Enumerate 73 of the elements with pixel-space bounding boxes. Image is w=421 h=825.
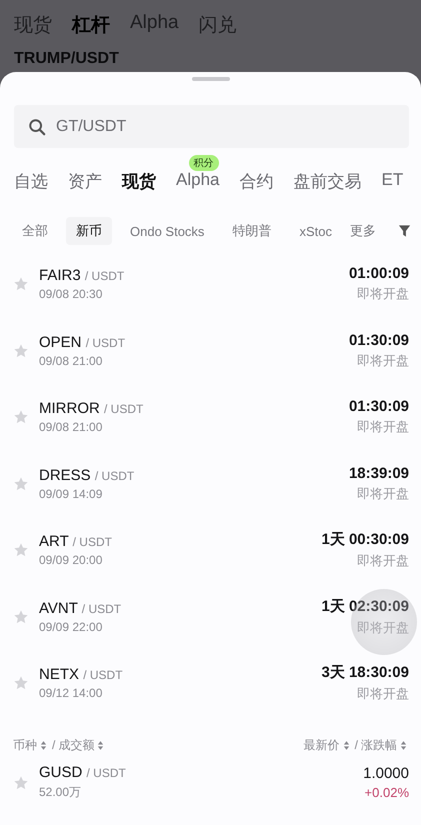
listing-time: 09/08 21:00 bbox=[39, 420, 104, 434]
sort-icon bbox=[400, 740, 407, 750]
tab[interactable]: 盘前交易 bbox=[293, 168, 362, 195]
pair-name: DRESS / USDT bbox=[39, 466, 136, 484]
tab[interactable]: 杠杆 bbox=[72, 12, 110, 38]
tab[interactable]: ET bbox=[381, 168, 404, 192]
status-label: 即将开盘 bbox=[357, 552, 409, 570]
star-icon[interactable] bbox=[13, 276, 29, 292]
tab[interactable]: 资产 bbox=[68, 168, 102, 195]
listing-time: 09/09 14:09 bbox=[39, 486, 104, 501]
star-icon[interactable] bbox=[13, 409, 29, 426]
countdown: 18:39:09 bbox=[348, 464, 409, 482]
filter-chip[interactable]: 全部 bbox=[12, 217, 58, 245]
status-label: 即将开盘 bbox=[357, 484, 409, 503]
status-label: 即将开盘 bbox=[357, 285, 409, 304]
countdown: 1天 00:30:09 bbox=[321, 530, 409, 550]
sort-icon bbox=[97, 740, 104, 750]
filter-icon[interactable] bbox=[398, 224, 411, 238]
search-icon bbox=[28, 118, 46, 136]
column-header[interactable]: 涨跌幅 bbox=[361, 736, 397, 754]
sort-icon bbox=[342, 740, 350, 750]
star-icon[interactable] bbox=[13, 342, 29, 359]
star-icon[interactable] bbox=[13, 675, 29, 692]
listing-time: 09/09 22:00 bbox=[39, 620, 104, 634]
status-label: 即将开盘 bbox=[357, 352, 409, 370]
listing-time: 09/09 20:00 bbox=[39, 553, 104, 568]
separator: / bbox=[354, 738, 358, 752]
column-header[interactable]: 成交额 bbox=[58, 736, 94, 754]
pair-name: MIRROR / USDT bbox=[39, 400, 144, 418]
tab[interactable]: 现货 bbox=[14, 12, 52, 38]
star-icon[interactable] bbox=[13, 774, 29, 790]
status-label: 即将开盘 bbox=[357, 418, 409, 436]
filter-chip[interactable]: Ondo Stocks bbox=[120, 218, 214, 244]
more-button[interactable]: 更多 bbox=[350, 222, 376, 240]
sort-icon bbox=[40, 740, 47, 750]
column-header[interactable]: 币种 bbox=[13, 736, 37, 754]
points-badge: 积分 bbox=[188, 155, 219, 171]
column-header[interactable]: 最新价 bbox=[304, 736, 340, 754]
status-label: 即将开盘 bbox=[357, 618, 409, 637]
tab[interactable]: Alpha bbox=[176, 168, 220, 192]
countdown: 01:30:09 bbox=[348, 332, 409, 349]
search-field[interactable]: GT/USDT bbox=[14, 105, 409, 148]
pair-name: FAIR3 / USDT bbox=[39, 267, 126, 284]
price: 1.0000 bbox=[363, 765, 409, 782]
tab[interactable]: Alpha bbox=[130, 12, 179, 38]
listing-time: 09/12 14:00 bbox=[39, 686, 104, 700]
pair-name: ART / USDT bbox=[39, 533, 113, 550]
listing-time: 09/08 21:00 bbox=[39, 354, 104, 368]
pair-name: GUSD / USDT bbox=[39, 764, 127, 781]
filter-chip[interactable]: 特朗普 bbox=[222, 217, 282, 245]
countdown: 01:00:09 bbox=[348, 265, 409, 282]
star-icon[interactable] bbox=[13, 542, 29, 558]
pair-title[interactable]: TRUMP/USDT bbox=[14, 50, 407, 68]
pair-name: OPEN / USDT bbox=[39, 334, 126, 351]
price-change: +0.02% bbox=[364, 785, 409, 800]
tab[interactable]: 合约 bbox=[239, 168, 274, 195]
countdown: 01:30:09 bbox=[348, 398, 409, 416]
volume: 52.00万 bbox=[39, 784, 82, 801]
status-label: 即将开盘 bbox=[357, 685, 409, 704]
tab[interactable]: 自选 bbox=[14, 168, 48, 195]
tab[interactable]: 现货 bbox=[122, 168, 156, 195]
listing-time: 09/08 20:30 bbox=[39, 287, 104, 302]
filter-chip[interactable]: xStoc bbox=[289, 218, 342, 244]
pair-name: AVNT / USDT bbox=[39, 600, 122, 617]
countdown: 3天 18:30:09 bbox=[321, 663, 409, 682]
tab[interactable]: 闪兑 bbox=[198, 12, 237, 38]
star-icon[interactable] bbox=[13, 476, 29, 492]
star-icon[interactable] bbox=[13, 608, 29, 625]
filter-chip[interactable]: 新币 bbox=[66, 217, 112, 245]
drag-handle[interactable] bbox=[192, 77, 230, 81]
countdown: 1天 02:30:09 bbox=[321, 596, 409, 616]
pair-name: NETX / USDT bbox=[39, 666, 124, 684]
separator: / bbox=[52, 738, 56, 752]
